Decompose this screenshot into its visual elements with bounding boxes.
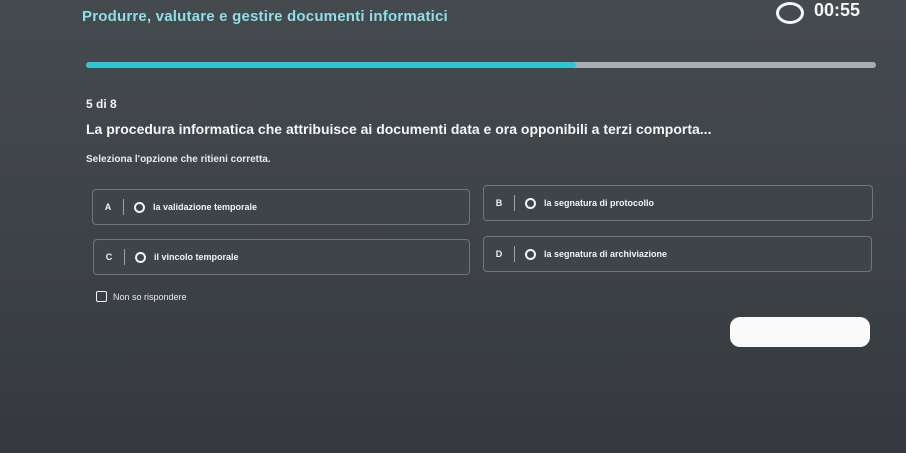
radio-icon[interactable] [525,248,536,260]
progress-bar-fill [86,62,576,68]
option-separator [124,249,125,265]
option-b[interactable]: B la segnatura di protocollo [483,185,873,221]
timer-text: 00:55 [814,0,861,20]
no-answer-label: Non so rispondere [113,291,187,302]
radio-icon[interactable] [134,201,145,213]
option-label: il vincolo temporale [154,252,239,262]
checkbox-icon[interactable] [96,291,107,302]
option-a[interactable]: A la validazione temporale [92,189,470,225]
no-answer-option[interactable]: Non so rispondere [96,291,187,302]
option-d[interactable]: D la segnatura di archiviazione [483,236,872,272]
question-counter: 5 di 8 [86,97,117,111]
option-separator [123,199,124,215]
course-title: Produrre, valutare e gestire documenti i… [82,8,448,25]
option-label: la segnatura di protocollo [544,198,655,208]
option-c[interactable]: C il vincolo temporale [93,239,470,275]
radio-icon[interactable] [135,251,146,263]
option-letter: A [104,202,112,212]
question-text: La procedura informatica che attribuisce… [86,121,712,137]
timer-ring-icon [776,2,804,24]
option-letter: B [495,198,503,208]
option-separator [514,246,515,262]
option-separator [514,195,515,211]
timer: 00:55 [776,0,860,24]
option-label: la validazione temporale [153,202,258,212]
next-button[interactable] [730,317,870,347]
option-letter: D [495,249,503,259]
option-label: la segnatura di archiviazione [544,249,668,259]
option-letter: C [105,252,113,262]
instruction-text: Seleziona l'opzione che ritieni corretta… [86,154,271,165]
radio-icon[interactable] [525,197,536,209]
progress-bar [86,62,876,68]
